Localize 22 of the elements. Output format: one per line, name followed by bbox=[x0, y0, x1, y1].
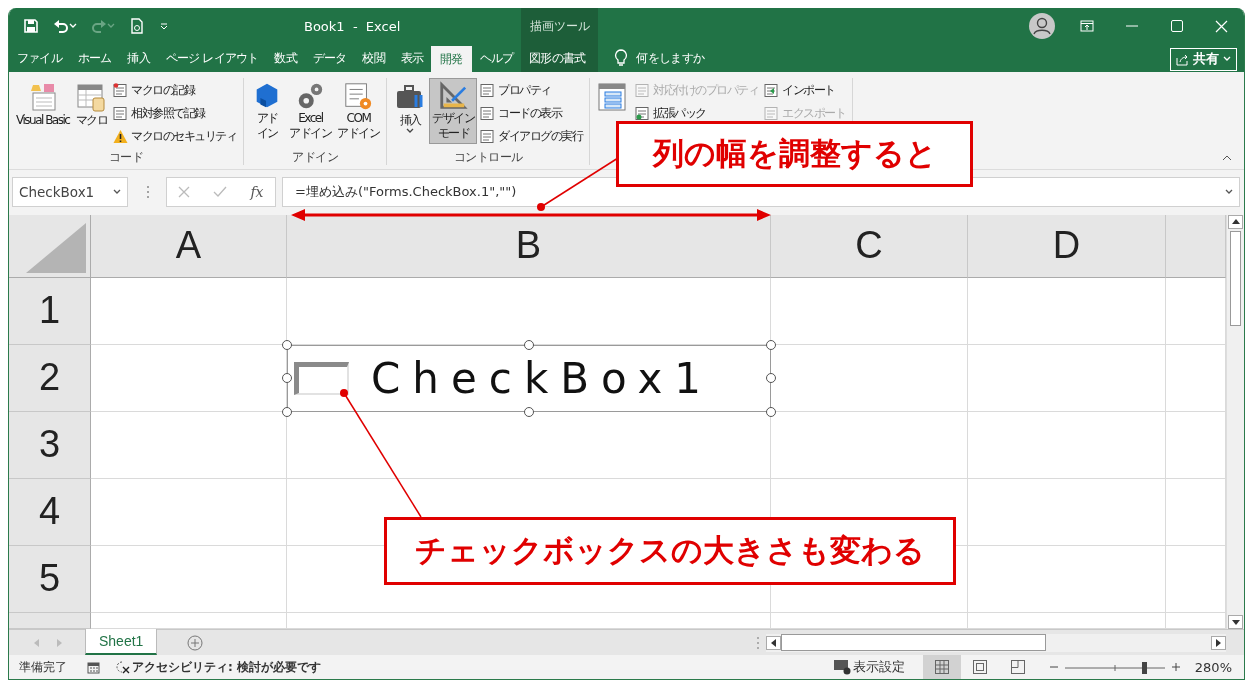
button-label: デザイン bbox=[432, 111, 475, 126]
button-label: 挿入 bbox=[399, 113, 421, 128]
name-box-value: CheckBox1 bbox=[19, 184, 95, 201]
button-label: Visual Basic bbox=[16, 113, 70, 128]
group-label: アドイン bbox=[292, 149, 339, 165]
context-tab-header: 描画ツール bbox=[529, 17, 590, 35]
button-label: モード bbox=[437, 126, 470, 141]
window-title: Book1 - Excel bbox=[304, 18, 401, 34]
checkbox-label: CheckBox1 bbox=[371, 353, 713, 403]
button-label: アド bbox=[256, 111, 278, 126]
button-label: COM bbox=[346, 111, 371, 126]
button-label: マクロ bbox=[75, 113, 108, 128]
button-label: イン bbox=[256, 126, 278, 141]
group-label: コントロール bbox=[453, 149, 523, 165]
button-label: アドイン bbox=[289, 126, 332, 141]
ready-status: 準備完了 bbox=[19, 658, 67, 676]
group-label: コード bbox=[108, 149, 144, 165]
callout-tooltip: チェックボックスの大きさも変わる bbox=[384, 517, 956, 585]
button-label: アドイン bbox=[337, 126, 380, 141]
formula-text: =埋め込み("Forms.CheckBox.1","") bbox=[295, 183, 517, 202]
button-label: Excel bbox=[298, 111, 323, 126]
callout-tooltip: 列の幅を調整すると bbox=[616, 121, 973, 187]
